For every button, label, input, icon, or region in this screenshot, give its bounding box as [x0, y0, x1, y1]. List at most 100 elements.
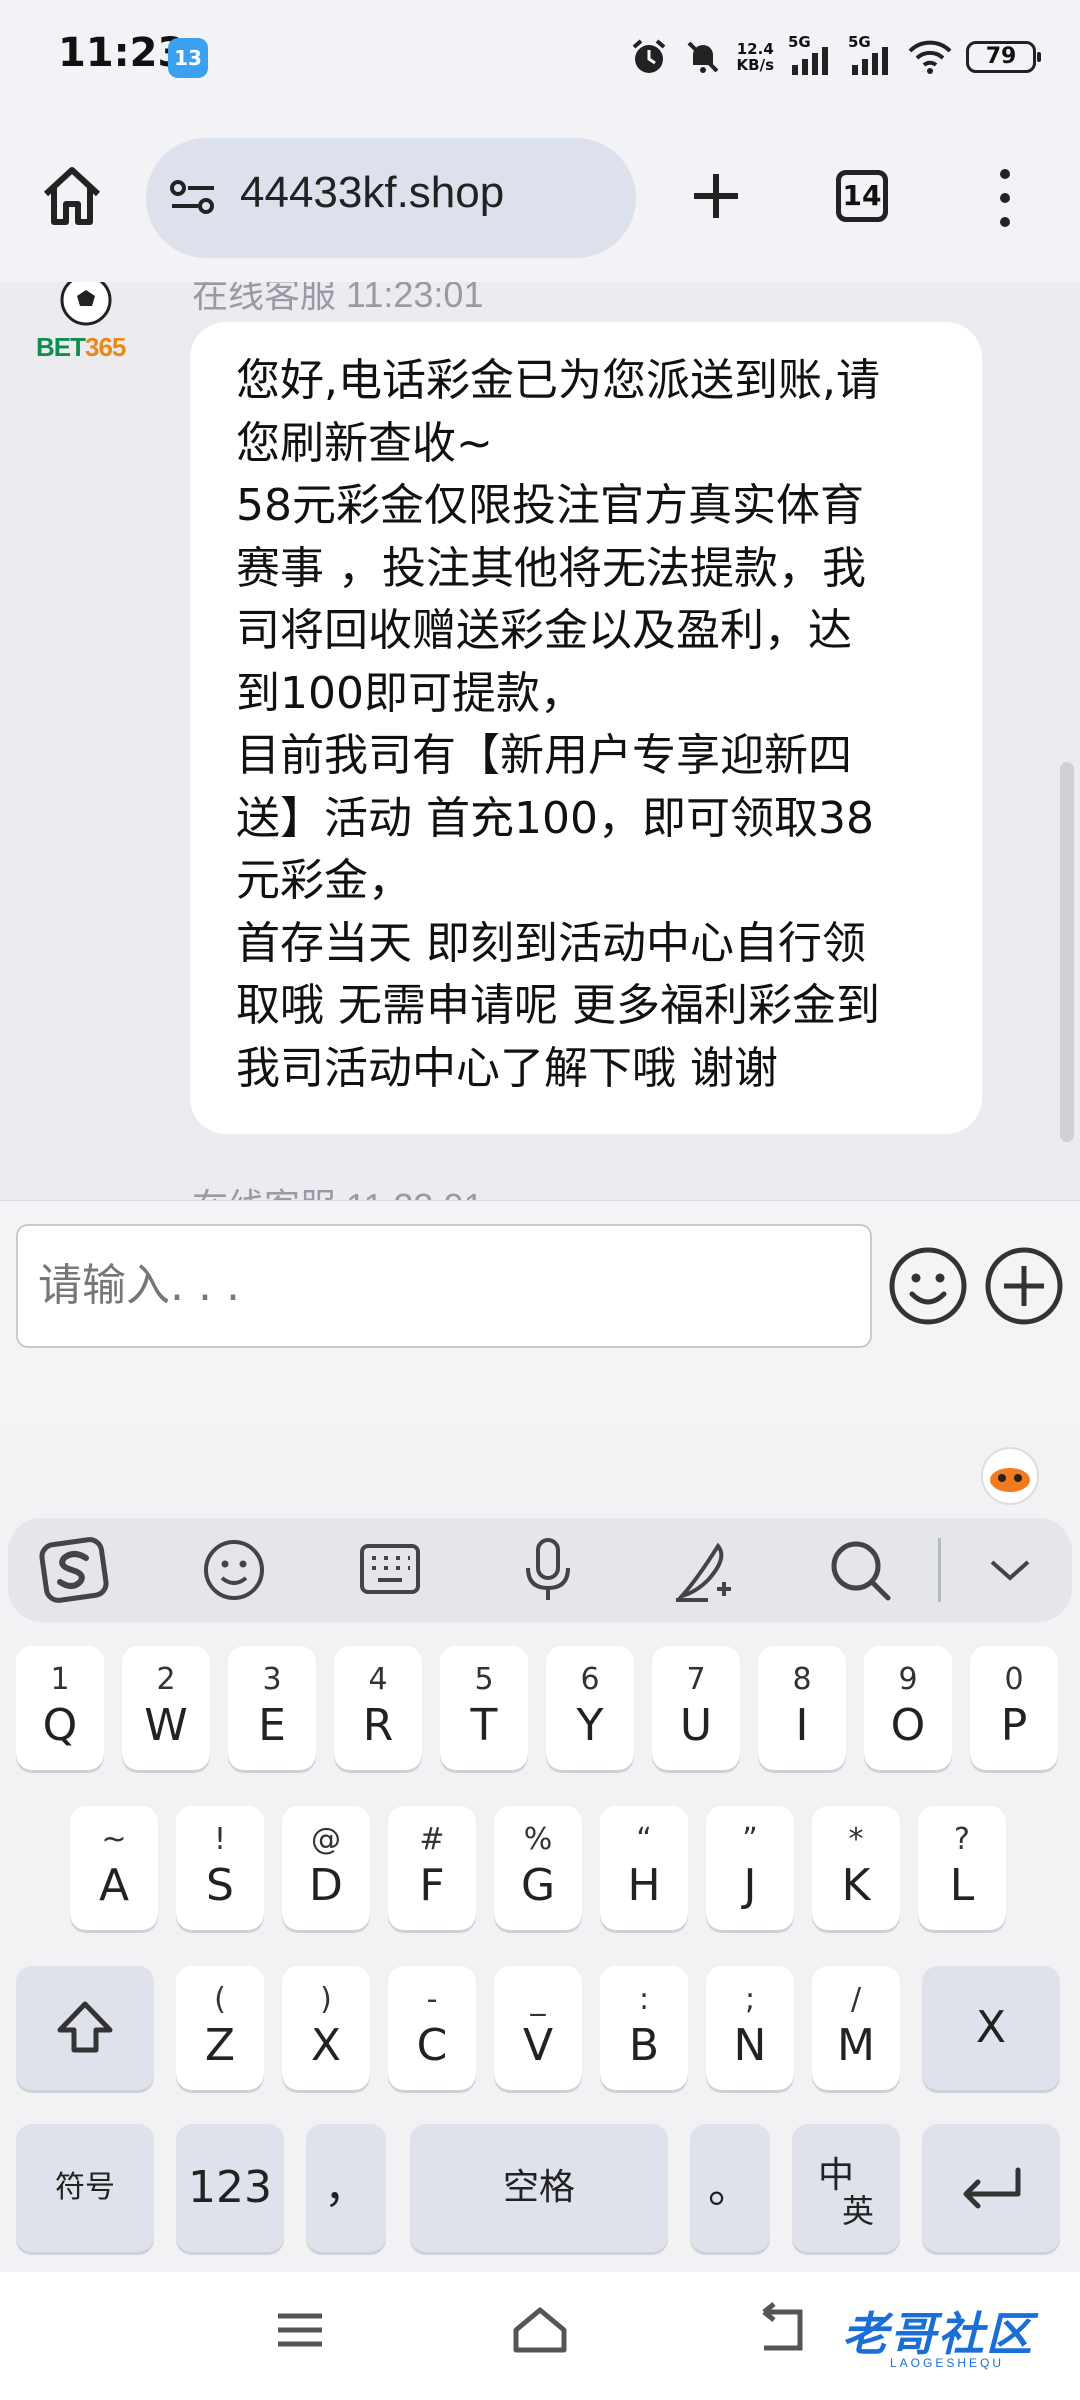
logo-text-orange: 365	[85, 332, 126, 362]
agent-avatar-logo: BET365	[36, 332, 126, 363]
key-label: X	[310, 2020, 342, 2071]
alarm-icon	[632, 39, 665, 73]
key-o[interactable]: 9O	[864, 1646, 952, 1770]
delete-key[interactable]: X	[922, 1966, 1060, 2090]
key-f[interactable]: # F	[388, 1806, 476, 1930]
message-line: 目前我司有【新用户专享迎新四	[236, 730, 852, 781]
more-menu-icon[interactable]	[990, 166, 1020, 230]
key-sub-label: /	[850, 1982, 862, 2017]
battery-icon: 79	[966, 41, 1041, 73]
soccer-ball-icon	[60, 282, 112, 326]
mute-icon	[687, 41, 718, 73]
collapse-keyboard-icon[interactable]	[974, 1534, 1046, 1606]
period-key[interactable]: 。	[690, 2124, 770, 2252]
key-label: C	[416, 2020, 448, 2071]
chat-scrollbar[interactable]	[1060, 762, 1074, 1142]
delete-key-label: X	[975, 2002, 1007, 2053]
key-sub-label: _	[530, 1982, 546, 2017]
key-v[interactable]: _ V	[494, 1966, 582, 2090]
key-sub-label: @	[311, 1822, 341, 1857]
signal-bars-icon	[852, 47, 888, 75]
key-sub-label: -	[426, 1982, 438, 2017]
key-sub-label: !	[213, 1822, 227, 1857]
key-sub-label: ;	[744, 1982, 756, 2017]
key-label: A	[98, 1860, 130, 1911]
key-label: L	[949, 1860, 975, 1911]
numbers-key-label: 123	[188, 2162, 272, 2213]
comma-key[interactable]: ，	[306, 2124, 386, 2252]
key-m[interactable]: / M	[812, 1966, 900, 2090]
key-j[interactable]: ” J	[706, 1806, 794, 1930]
site-settings-icon[interactable]	[168, 172, 218, 222]
status-icons: 12.4 KB/s 5G 5G 79	[629, 33, 1041, 80]
key-label: D	[309, 1860, 343, 1911]
space-key[interactable]: 空格	[410, 2124, 668, 2252]
message-line: 到100即可提款，	[236, 667, 584, 719]
microphone-icon[interactable]	[512, 1534, 584, 1606]
key-s[interactable]: ! S	[176, 1806, 264, 1930]
emoji-icon[interactable]	[886, 1244, 970, 1328]
message-line: 58元彩金仅限投注官方真实体育	[236, 480, 864, 531]
key-a[interactable]: ~ A	[70, 1806, 158, 1930]
key-sub-label: )	[320, 1982, 332, 2017]
symbols-key[interactable]: 符号	[16, 2124, 154, 2252]
keyboard-mascot-icon[interactable]	[976, 1440, 1044, 1508]
shift-icon	[57, 2001, 113, 2053]
keyboard-layout-icon[interactable]	[354, 1534, 426, 1606]
key-i[interactable]: 8I	[758, 1646, 846, 1770]
home-icon[interactable]	[36, 160, 108, 232]
url-text[interactable]: 44433kf.shop	[240, 168, 504, 218]
recent-apps-icon[interactable]	[272, 2302, 328, 2358]
search-icon[interactable]	[824, 1534, 896, 1606]
key-r[interactable]: 4R	[334, 1646, 422, 1770]
key-sub-label: 6	[580, 1662, 600, 1697]
home-nav-icon[interactable]	[510, 2300, 570, 2360]
message-input[interactable]: 请输入. . .	[16, 1224, 872, 1348]
key-e[interactable]: 3E	[228, 1646, 316, 1770]
key-d[interactable]: @ D	[282, 1806, 370, 1930]
comma-key-label: ，	[324, 2162, 368, 2213]
new-tab-button[interactable]	[680, 160, 752, 232]
key-h[interactable]: “H	[600, 1806, 688, 1930]
key-sub-label: 3	[262, 1662, 282, 1697]
back-icon[interactable]	[752, 2302, 808, 2358]
tab-switcher-button[interactable]: 14	[836, 170, 888, 222]
sogou-logo-icon[interactable]	[38, 1534, 110, 1606]
key-t[interactable]: 5T	[440, 1646, 528, 1770]
key-label: V	[522, 2020, 554, 2071]
message-line: 司将回收赠送彩金以及盈利，达	[236, 605, 852, 656]
key-g[interactable]: % G	[494, 1806, 582, 1930]
period-key-label: 。	[708, 2162, 752, 2213]
key-n[interactable]: ; N	[706, 1966, 794, 2090]
key-b[interactable]: :B	[600, 1966, 688, 2090]
key-l[interactable]: ? L	[918, 1806, 1006, 1930]
shift-key[interactable]	[16, 1966, 154, 2090]
key-x[interactable]: ) X	[282, 1966, 370, 2090]
key-z[interactable]: (Z	[176, 1966, 264, 2090]
emoji-keyboard-icon[interactable]	[198, 1534, 270, 1606]
key-sub-label: 4	[368, 1662, 388, 1697]
clock: 11:23	[58, 30, 186, 76]
key-label: T	[470, 1700, 498, 1751]
key-k[interactable]: * K	[812, 1806, 900, 1930]
handwriting-icon[interactable]	[668, 1534, 740, 1606]
chat-area[interactable]: 在线客服 11:23:01 BET365 您好,电话彩金已为您派送到账,请 您刷…	[0, 282, 1080, 1200]
key-label: W	[144, 1700, 188, 1751]
numbers-key[interactable]: 123	[176, 2124, 284, 2252]
key-w[interactable]: 2W	[122, 1646, 210, 1770]
enter-key[interactable]	[922, 2124, 1060, 2252]
key-u[interactable]: 7U	[652, 1646, 740, 1770]
key-q[interactable]: 1Q	[16, 1646, 104, 1770]
logo-text-green: BET	[36, 332, 86, 362]
key-c[interactable]: -C	[388, 1966, 476, 2090]
lang-label-en: 英	[842, 2192, 875, 2230]
key-sub-label: ?	[954, 1822, 970, 1857]
key-label: E	[258, 1700, 286, 1751]
message-line: 您好,电话彩金已为您派送到账,请	[236, 355, 880, 406]
key-label: B	[628, 2020, 660, 2071]
language-switch-key[interactable]: 中 英	[792, 2124, 900, 2252]
key-y[interactable]: 6Y	[546, 1646, 634, 1770]
add-attachment-icon[interactable]	[982, 1244, 1066, 1328]
key-sub-label: 1	[50, 1662, 70, 1697]
key-p[interactable]: 0P	[970, 1646, 1058, 1770]
